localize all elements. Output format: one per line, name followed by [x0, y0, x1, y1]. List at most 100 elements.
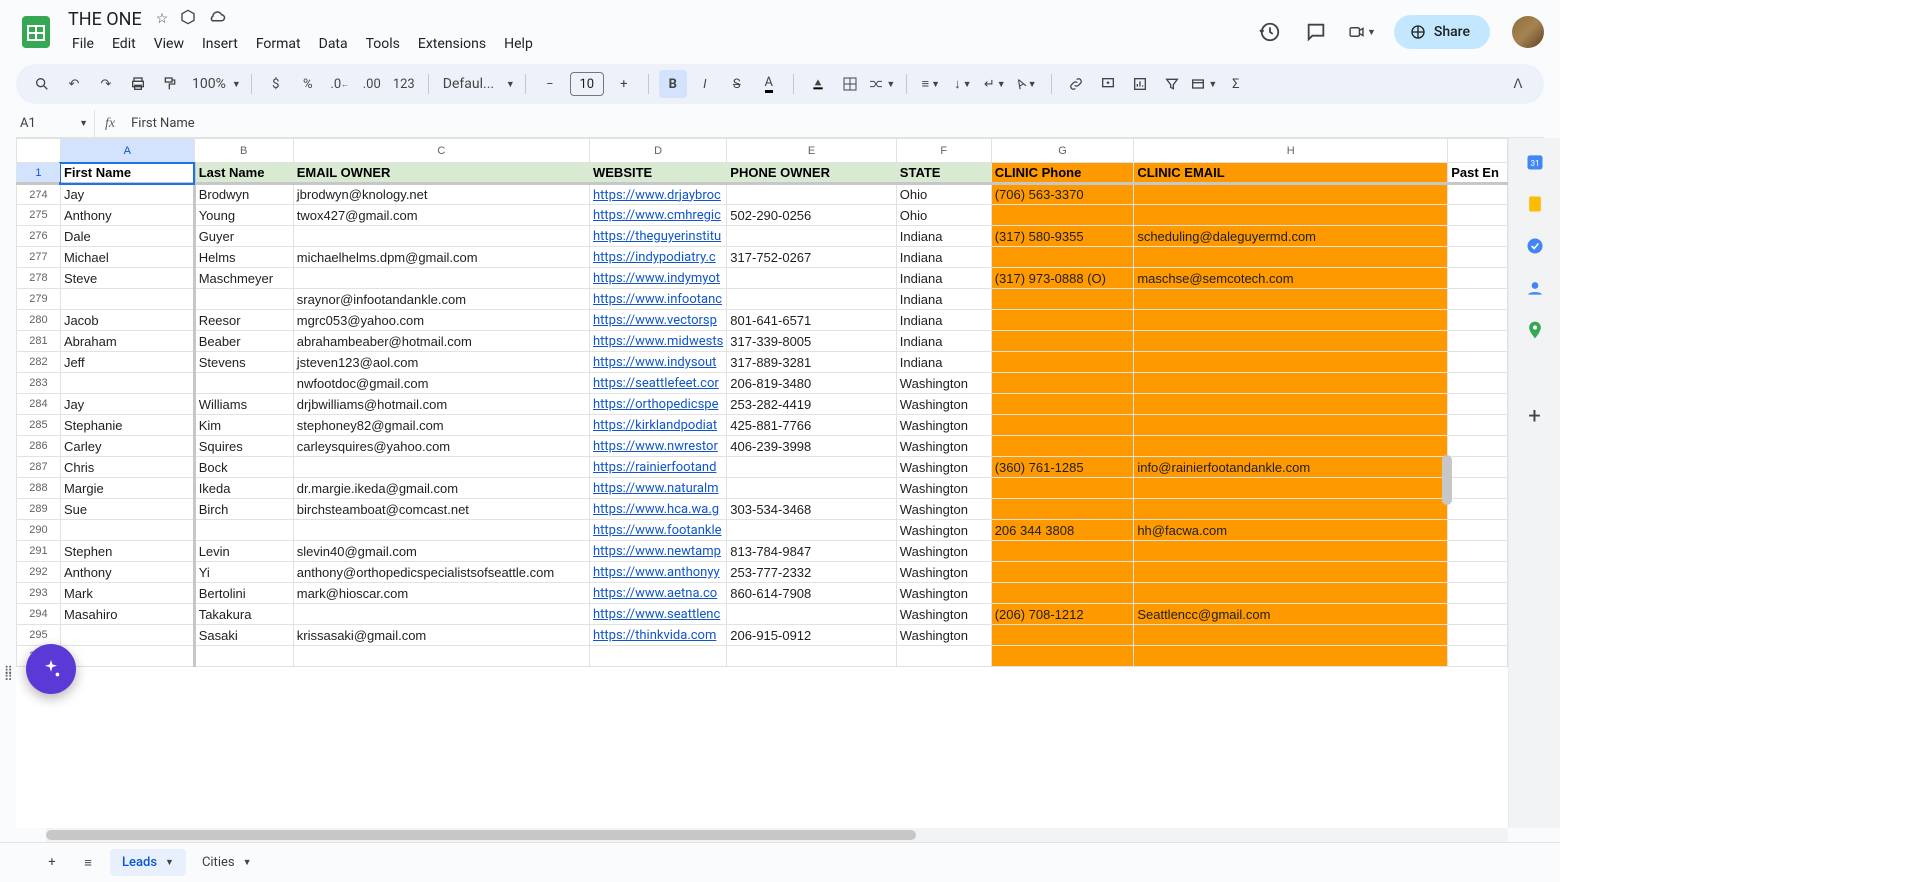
- tasks-icon[interactable]: [1525, 236, 1545, 256]
- sheet-tab-cities[interactable]: Cities ▼: [190, 849, 264, 876]
- cell[interactable]: 253-777-2332: [727, 562, 897, 583]
- row-header[interactable]: 284: [17, 394, 61, 415]
- cell[interactable]: 317-339-8005: [727, 331, 897, 352]
- cell[interactable]: Stephanie: [60, 415, 194, 436]
- cell[interactable]: [1448, 541, 1508, 562]
- move-icon[interactable]: [180, 9, 196, 29]
- cell[interactable]: Indiana: [896, 331, 991, 352]
- row-header[interactable]: 288: [17, 478, 61, 499]
- cell[interactable]: Maschmeyer: [194, 268, 293, 289]
- cell[interactable]: [1448, 289, 1508, 310]
- header-cell[interactable]: EMAIL OWNER: [293, 163, 589, 184]
- functions-icon[interactable]: Σ: [1222, 70, 1250, 98]
- rotate-icon[interactable]: A▼: [1013, 70, 1041, 98]
- currency-icon[interactable]: $: [262, 70, 290, 98]
- cell[interactable]: [1448, 226, 1508, 247]
- cell[interactable]: https://indypodiatry.c: [589, 247, 726, 268]
- bold-icon[interactable]: B: [659, 70, 687, 98]
- cell[interactable]: [1448, 646, 1508, 667]
- cell[interactable]: https://www.indysout: [589, 352, 726, 373]
- cell[interactable]: [293, 226, 589, 247]
- cell[interactable]: [727, 478, 897, 499]
- header-cell[interactable]: First Name: [60, 163, 194, 184]
- search-icon[interactable]: [28, 70, 56, 98]
- cell[interactable]: 813-784-9847: [727, 541, 897, 562]
- cell[interactable]: mgrc053@yahoo.com: [293, 310, 589, 331]
- menu-view[interactable]: View: [146, 32, 192, 56]
- cell[interactable]: [60, 625, 194, 646]
- link-icon[interactable]: [1062, 70, 1090, 98]
- cell[interactable]: 303-534-3468: [727, 499, 897, 520]
- row-header[interactable]: 275: [17, 205, 61, 226]
- cell[interactable]: [1134, 541, 1448, 562]
- cell[interactable]: https://www.hca.wa.g: [589, 499, 726, 520]
- cell[interactable]: [727, 520, 897, 541]
- filter-icon[interactable]: [1158, 70, 1186, 98]
- horizontal-scrollbar[interactable]: [46, 828, 1508, 842]
- cell[interactable]: [1134, 373, 1448, 394]
- cell[interactable]: (206) 708-1212: [991, 604, 1134, 625]
- cell[interactable]: https://kirklandpodiat: [589, 415, 726, 436]
- menu-data[interactable]: Data: [311, 32, 356, 56]
- cell[interactable]: [60, 520, 194, 541]
- cell[interactable]: jsteven123@aol.com: [293, 352, 589, 373]
- cell[interactable]: [589, 646, 726, 667]
- cell[interactable]: twox427@gmail.com: [293, 205, 589, 226]
- cell[interactable]: Ikeda: [194, 478, 293, 499]
- cell[interactable]: krissasaki@gmail.com: [293, 625, 589, 646]
- font-inc-icon[interactable]: +: [610, 70, 638, 98]
- cell[interactable]: 502-290-0256: [727, 205, 897, 226]
- cell[interactable]: Abraham: [60, 331, 194, 352]
- maps-icon[interactable]: [1525, 320, 1545, 340]
- cell[interactable]: 406-239-3998: [727, 436, 897, 457]
- cell[interactable]: [727, 184, 897, 205]
- cell[interactable]: Washington: [896, 541, 991, 562]
- cell[interactable]: Stevens: [194, 352, 293, 373]
- cell[interactable]: Brodwyn: [194, 184, 293, 205]
- cell[interactable]: [1448, 331, 1508, 352]
- row-header[interactable]: 290: [17, 520, 61, 541]
- cell[interactable]: Beaber: [194, 331, 293, 352]
- redo-icon[interactable]: ↷: [92, 70, 120, 98]
- table-view-icon[interactable]: ▼: [1190, 70, 1218, 98]
- row-header[interactable]: 276: [17, 226, 61, 247]
- cell[interactable]: 317-752-0267: [727, 247, 897, 268]
- cell[interactable]: Takakura: [194, 604, 293, 625]
- contacts-icon[interactable]: [1525, 278, 1545, 298]
- cell[interactable]: [1134, 394, 1448, 415]
- cell[interactable]: maschse@semcotech.com: [1134, 268, 1448, 289]
- menu-format[interactable]: Format: [248, 32, 309, 56]
- cell[interactable]: [991, 499, 1134, 520]
- cell[interactable]: Washington: [896, 520, 991, 541]
- cell[interactable]: https://rainierfootand: [589, 457, 726, 478]
- cell[interactable]: Chris: [60, 457, 194, 478]
- row-header[interactable]: 285: [17, 415, 61, 436]
- cell[interactable]: jbrodwyn@knology.net: [293, 184, 589, 205]
- col-header[interactable]: E: [727, 139, 897, 163]
- cell[interactable]: 801-641-6571: [727, 310, 897, 331]
- cell[interactable]: Ohio: [896, 205, 991, 226]
- col-header[interactable]: G: [991, 139, 1134, 163]
- cell[interactable]: info@rainierfootandankle.com: [1134, 457, 1448, 478]
- cell[interactable]: https://www.drjaybroc: [589, 184, 726, 205]
- cell[interactable]: [1448, 310, 1508, 331]
- cell[interactable]: [1448, 184, 1508, 205]
- font-dropdown[interactable]: Defaul...▼: [439, 70, 515, 98]
- cell[interactable]: https://www.seattlenc: [589, 604, 726, 625]
- cell[interactable]: Ohio: [896, 184, 991, 205]
- cell[interactable]: [991, 646, 1134, 667]
- cell[interactable]: [1134, 583, 1448, 604]
- cell[interactable]: https://www.midwests: [589, 331, 726, 352]
- cell[interactable]: [1134, 415, 1448, 436]
- cell[interactable]: https://www.naturalm: [589, 478, 726, 499]
- cell[interactable]: https://seattlefeet.cor: [589, 373, 726, 394]
- history-icon[interactable]: [1256, 18, 1284, 46]
- cell[interactable]: [1448, 583, 1508, 604]
- col-header[interactable]: B: [194, 139, 293, 163]
- cell[interactable]: Yi: [194, 562, 293, 583]
- sheets-logo[interactable]: [16, 12, 56, 52]
- cell[interactable]: [1448, 247, 1508, 268]
- cell[interactable]: Indiana: [896, 226, 991, 247]
- spreadsheet-grid[interactable]: ABCDEFGH1First NameLast NameEMAIL OWNERW…: [16, 138, 1508, 828]
- cell[interactable]: Squires: [194, 436, 293, 457]
